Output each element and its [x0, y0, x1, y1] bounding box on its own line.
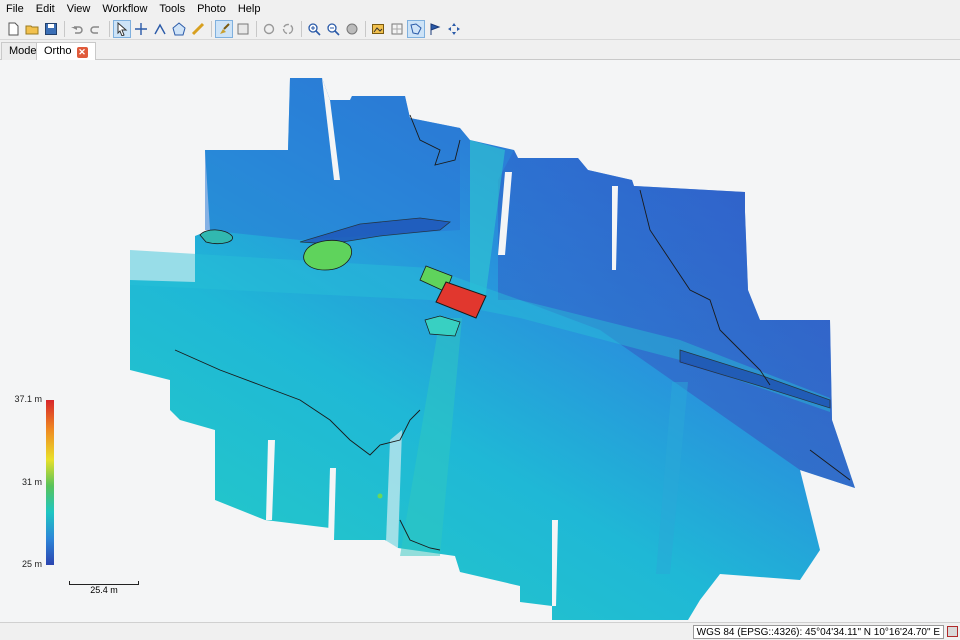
toolbar-separator: [109, 20, 110, 37]
paint-brush-icon: [220, 22, 230, 34]
menu-tools[interactable]: Tools: [153, 0, 191, 18]
menu-help[interactable]: Help: [232, 0, 267, 18]
menu-workflow[interactable]: Workflow: [96, 0, 153, 18]
rotate-left-icon: [263, 23, 275, 34]
redo-icon: [90, 25, 99, 34]
open-folder-icon: [25, 25, 39, 34]
move-button[interactable]: [132, 20, 150, 38]
navigate-icon: [448, 22, 460, 35]
menu-photo[interactable]: Photo: [191, 0, 232, 18]
draw-polyline-icon: [154, 23, 166, 34]
shapes-icon: [410, 22, 422, 35]
coordinates-readout: WGS 84 (EPSG::4326): 45°04'34.11" N 10°1…: [692, 625, 944, 639]
rotate-right-icon: [282, 23, 294, 34]
menu-bar: File Edit View Workflow Tools Photo Help: [0, 0, 960, 18]
draw-polygon-icon: [172, 21, 186, 35]
orthomosaic-button[interactable]: [388, 20, 406, 38]
move-crosshair-icon: [135, 22, 147, 35]
tab-bar: Model Ortho ✕: [0, 40, 960, 61]
draw-polyline-button[interactable]: [151, 20, 169, 38]
ortho-viewport[interactable]: 37.1 m 31 m 25 m 25.4 m: [0, 60, 960, 622]
elevation-color-bar: [46, 400, 54, 565]
zoom-out-button[interactable]: [324, 20, 342, 38]
menu-edit[interactable]: Edit: [30, 0, 61, 18]
rotate-left-button[interactable]: [260, 20, 278, 38]
close-icon[interactable]: ✕: [76, 47, 88, 58]
scale-bar-label: 25.4 m: [90, 585, 118, 595]
tab-ortho-label: Ortho: [44, 45, 72, 57]
status-indicator-icon[interactable]: [947, 626, 958, 637]
legend-min-label: 25 m: [21, 559, 42, 569]
open-button[interactable]: [23, 20, 41, 38]
undo-button[interactable]: [68, 20, 86, 38]
dem-button[interactable]: [369, 20, 387, 38]
dem-orthomosaic-image: [130, 78, 855, 620]
reset-view-button[interactable]: [343, 20, 361, 38]
save-button[interactable]: [42, 20, 60, 38]
select-arrow-icon: [117, 21, 128, 36]
markers-button[interactable]: [426, 20, 444, 38]
tab-ortho[interactable]: Ortho ✕: [36, 42, 96, 61]
new-document-icon: [8, 22, 19, 35]
toolbar-separator: [256, 20, 257, 37]
dem-icon: [372, 23, 384, 34]
paint-button[interactable]: [215, 19, 233, 38]
toolbar-separator: [301, 20, 302, 37]
legend-mid-label: 31 m: [21, 477, 42, 487]
save-icon: [45, 22, 57, 35]
toolbar-separator: [211, 20, 212, 37]
zoom-in-button[interactable]: [305, 20, 323, 38]
menu-view[interactable]: View: [61, 0, 97, 18]
toolbar: [0, 18, 960, 40]
tab-model-label: Model: [9, 45, 39, 57]
undo-icon: [71, 25, 83, 34]
zoom-out-icon: [327, 22, 340, 36]
ruler-icon: [191, 22, 205, 35]
markers-icon: [430, 22, 441, 35]
ruler-button[interactable]: [189, 20, 207, 38]
select-button[interactable]: [113, 19, 131, 38]
new-document-button[interactable]: [4, 20, 22, 38]
redo-button[interactable]: [87, 20, 105, 38]
legend-max-label: 37.1 m: [14, 394, 42, 404]
orthomosaic-icon: [391, 23, 403, 34]
shapes-button[interactable]: [407, 19, 425, 38]
status-bar: WGS 84 (EPSG::4326): 45°04'34.11" N 10°1…: [0, 622, 960, 640]
reset-view-icon: [346, 23, 358, 34]
rotate-right-button[interactable]: [279, 20, 297, 38]
patch-button[interactable]: [234, 20, 252, 38]
menu-file[interactable]: File: [0, 0, 30, 18]
patch-icon: [237, 23, 249, 34]
toolbar-separator: [64, 20, 65, 37]
zoom-in-icon: [308, 22, 321, 36]
navigate-button[interactable]: [445, 20, 463, 38]
draw-polygon-button[interactable]: [170, 20, 188, 38]
toolbar-separator: [365, 20, 366, 37]
